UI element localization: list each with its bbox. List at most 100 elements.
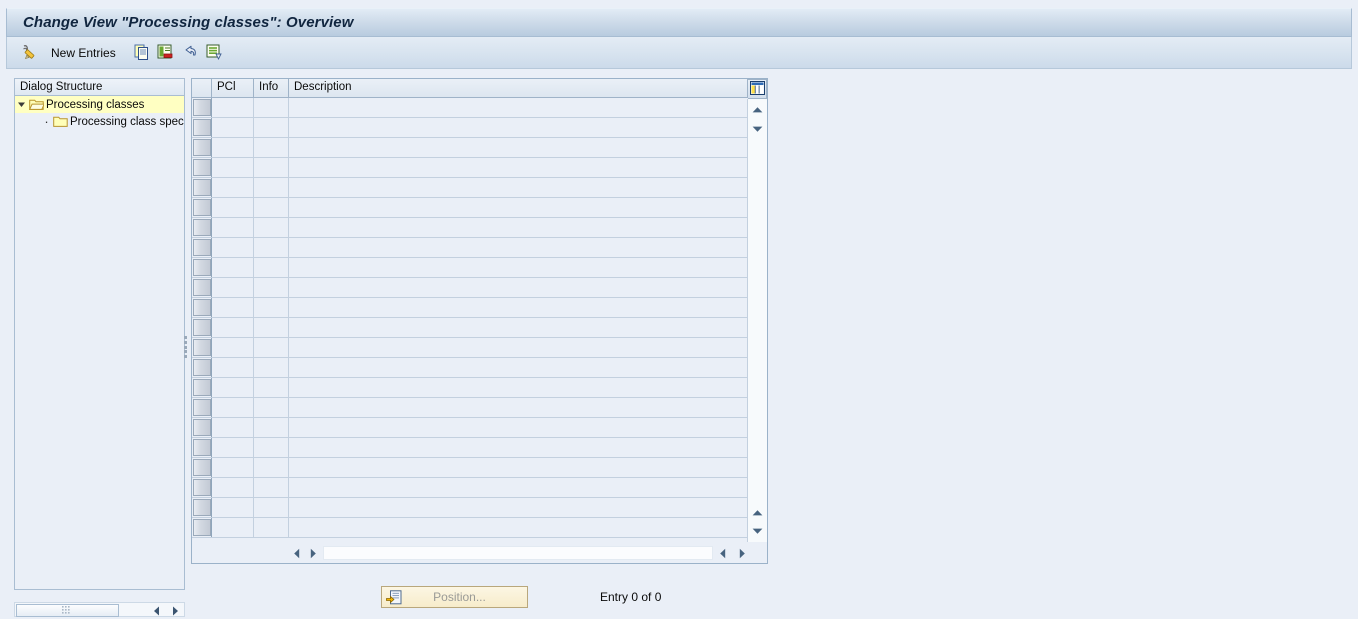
table-row[interactable] bbox=[192, 438, 748, 458]
row-select-handle[interactable] bbox=[193, 359, 211, 376]
cell-descr[interactable] bbox=[289, 138, 748, 157]
copy-as-button[interactable] bbox=[131, 41, 153, 65]
table-horizontal-scrollbar[interactable] bbox=[192, 543, 767, 563]
cell-pcl[interactable] bbox=[212, 198, 254, 217]
row-select-handle[interactable] bbox=[193, 219, 211, 236]
table-row[interactable] bbox=[192, 158, 748, 178]
row-select-handle[interactable] bbox=[193, 259, 211, 276]
row-select-handle[interactable] bbox=[193, 419, 211, 436]
row-select-handle[interactable] bbox=[193, 119, 211, 136]
position-button[interactable]: Position... bbox=[381, 586, 528, 608]
cell-pcl[interactable] bbox=[212, 98, 254, 117]
row-select-button[interactable] bbox=[192, 118, 212, 137]
cell-pcl[interactable] bbox=[212, 498, 254, 517]
cell-pcl[interactable] bbox=[212, 258, 254, 277]
cell-info[interactable] bbox=[254, 218, 289, 237]
row-select-button[interactable] bbox=[192, 298, 212, 317]
row-select-button[interactable] bbox=[192, 438, 212, 457]
cell-info[interactable] bbox=[254, 398, 289, 417]
cell-pcl[interactable] bbox=[212, 398, 254, 417]
scroll-down-button-bottom[interactable] bbox=[748, 522, 767, 539]
cell-pcl[interactable] bbox=[212, 418, 254, 437]
cell-info[interactable] bbox=[254, 118, 289, 137]
chevron-down-icon[interactable] bbox=[15, 96, 28, 113]
row-select-button[interactable] bbox=[192, 258, 212, 277]
row-select-button[interactable] bbox=[192, 378, 212, 397]
tree-scroll-left-button[interactable] bbox=[149, 604, 164, 617]
table-scroll-right-button-1[interactable] bbox=[306, 546, 320, 560]
row-select-button[interactable] bbox=[192, 198, 212, 217]
cell-info[interactable] bbox=[254, 158, 289, 177]
cell-pcl[interactable] bbox=[212, 138, 254, 157]
table-row[interactable] bbox=[192, 118, 748, 138]
row-select-button[interactable] bbox=[192, 398, 212, 417]
table-row[interactable] bbox=[192, 338, 748, 358]
table-row[interactable] bbox=[192, 238, 748, 258]
select-layout-button[interactable] bbox=[203, 41, 225, 65]
table-row[interactable] bbox=[192, 518, 748, 538]
cell-pcl[interactable] bbox=[212, 238, 254, 257]
tree-scrollbar-thumb[interactable] bbox=[16, 604, 119, 617]
cell-info[interactable] bbox=[254, 338, 289, 357]
table-row[interactable] bbox=[192, 358, 748, 378]
tree-horizontal-scrollbar[interactable] bbox=[14, 602, 185, 617]
scroll-up-button-top[interactable] bbox=[748, 101, 767, 118]
cell-descr[interactable] bbox=[289, 378, 748, 397]
row-select-handle[interactable] bbox=[193, 159, 211, 176]
row-select-button[interactable] bbox=[192, 318, 212, 337]
cell-pcl[interactable] bbox=[212, 358, 254, 377]
row-select-button[interactable] bbox=[192, 178, 212, 197]
cell-info[interactable] bbox=[254, 138, 289, 157]
table-row[interactable] bbox=[192, 198, 748, 218]
cell-descr[interactable] bbox=[289, 218, 748, 237]
cell-descr[interactable] bbox=[289, 398, 748, 417]
row-select-handle[interactable] bbox=[193, 199, 211, 216]
row-select-handle[interactable] bbox=[193, 459, 211, 476]
row-select-handle[interactable] bbox=[193, 279, 211, 296]
row-select-handle[interactable] bbox=[193, 319, 211, 336]
cell-pcl[interactable] bbox=[212, 158, 254, 177]
cell-descr[interactable] bbox=[289, 418, 748, 437]
row-select-button[interactable] bbox=[192, 518, 212, 537]
table-row[interactable] bbox=[192, 498, 748, 518]
cell-descr[interactable] bbox=[289, 118, 748, 137]
row-select-handle[interactable] bbox=[193, 339, 211, 356]
tree-item-processing-classes[interactable]: Processing classes bbox=[15, 96, 184, 113]
row-select-handle[interactable] bbox=[193, 379, 211, 396]
row-select-handle[interactable] bbox=[193, 399, 211, 416]
scroll-up-button-bottom[interactable] bbox=[748, 504, 767, 521]
cell-pcl[interactable] bbox=[212, 218, 254, 237]
row-select-button[interactable] bbox=[192, 358, 212, 377]
row-select-handle[interactable] bbox=[193, 179, 211, 196]
splitter-grip-dots-icon[interactable] bbox=[184, 336, 188, 358]
table-row[interactable] bbox=[192, 298, 748, 318]
cell-pcl[interactable] bbox=[212, 478, 254, 497]
cell-descr[interactable] bbox=[289, 358, 748, 377]
cell-descr[interactable] bbox=[289, 198, 748, 217]
row-select-button[interactable] bbox=[192, 238, 212, 257]
table-vertical-scrollbar[interactable] bbox=[747, 99, 767, 542]
scroll-down-button-top[interactable] bbox=[748, 120, 767, 137]
table-row[interactable] bbox=[192, 278, 748, 298]
cell-pcl[interactable] bbox=[212, 318, 254, 337]
row-select-handle[interactable] bbox=[193, 499, 211, 516]
cell-info[interactable] bbox=[254, 358, 289, 377]
table-scroll-left-button-2[interactable] bbox=[716, 546, 730, 560]
row-select-button[interactable] bbox=[192, 458, 212, 477]
table-row[interactable] bbox=[192, 478, 748, 498]
row-select-handle[interactable] bbox=[193, 99, 211, 116]
row-select-handle[interactable] bbox=[193, 299, 211, 316]
tree-item-processing-class-spec[interactable]: · Processing class spec bbox=[15, 113, 184, 130]
cell-pcl[interactable] bbox=[212, 378, 254, 397]
row-select-handle[interactable] bbox=[193, 239, 211, 256]
cell-info[interactable] bbox=[254, 178, 289, 197]
cell-pcl[interactable] bbox=[212, 278, 254, 297]
cell-descr[interactable] bbox=[289, 318, 748, 337]
cell-descr[interactable] bbox=[289, 158, 748, 177]
cell-info[interactable] bbox=[254, 198, 289, 217]
row-select-handle[interactable] bbox=[193, 519, 211, 536]
cell-descr[interactable] bbox=[289, 458, 748, 477]
cell-info[interactable] bbox=[254, 418, 289, 437]
cell-descr[interactable] bbox=[289, 178, 748, 197]
cell-descr[interactable] bbox=[289, 438, 748, 457]
